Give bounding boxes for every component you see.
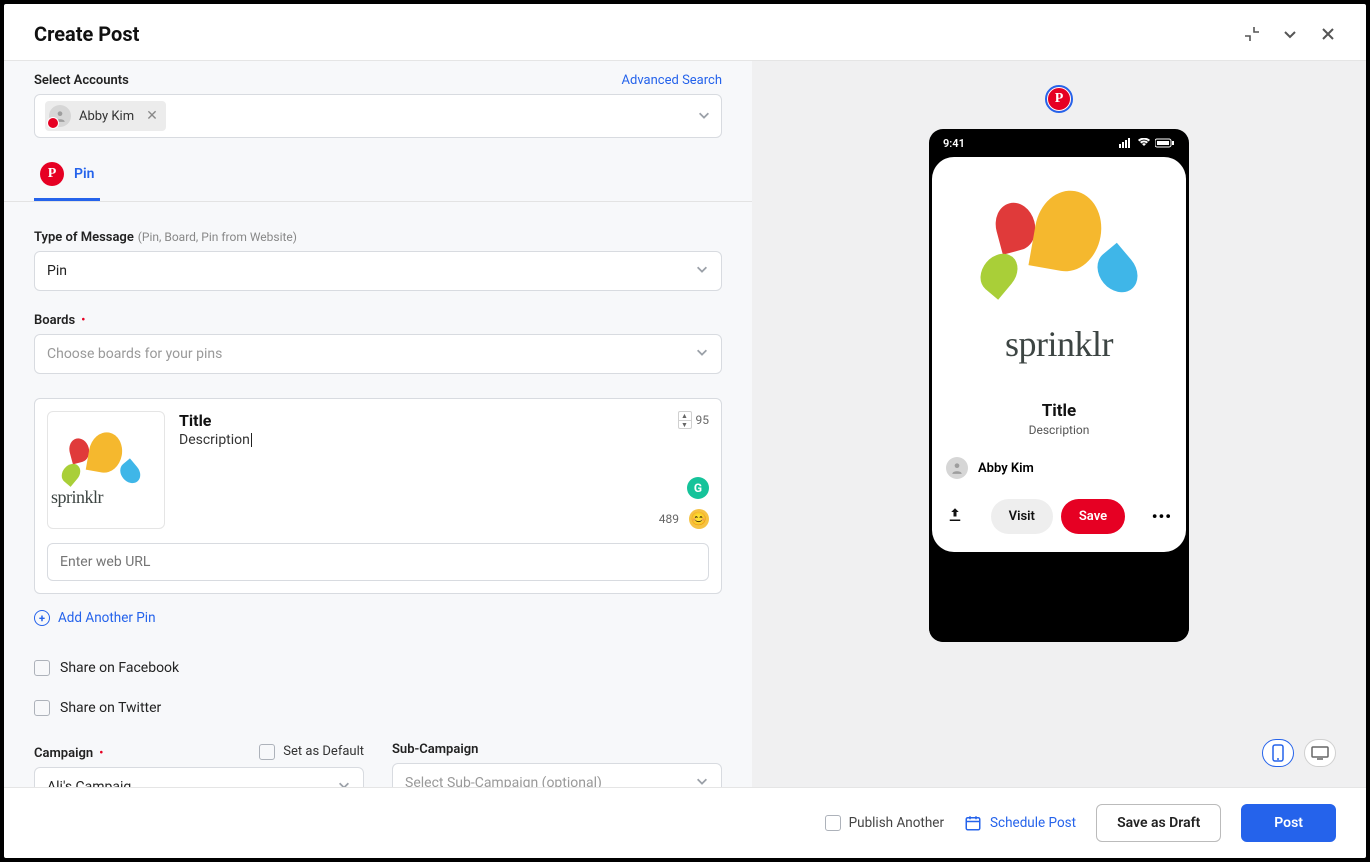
set-default-checkbox[interactable] xyxy=(259,744,275,760)
schedule-post-label: Schedule Post xyxy=(990,815,1076,831)
boards-select[interactable]: Choose boards for your pins xyxy=(34,334,722,374)
share-facebook-checkbox[interactable] xyxy=(34,660,50,676)
campaign-label: Campaign xyxy=(34,746,93,761)
advanced-search-link[interactable]: Advanced Search xyxy=(622,73,722,88)
account-chip: Abby Kim ✕ xyxy=(45,101,166,131)
close-icon[interactable] xyxy=(1320,26,1336,42)
chevron-down-icon xyxy=(695,774,709,787)
set-default-label: Set as Default xyxy=(283,744,364,759)
tab-pin[interactable]: P Pin xyxy=(34,154,100,201)
schedule-post-button[interactable]: Schedule Post xyxy=(964,814,1076,832)
type-of-message-value: Pin xyxy=(47,263,67,279)
pinterest-platform-icon[interactable]: P xyxy=(1045,85,1073,113)
add-another-pin-button[interactable]: + Add Another Pin xyxy=(4,594,752,634)
preview-title: Title xyxy=(948,401,1170,421)
more-icon: ••• xyxy=(1152,507,1172,526)
pin-card: sprinklr Title Description ▲▼ 95 G xyxy=(34,398,722,594)
chevron-down-icon xyxy=(695,262,709,280)
pin-thumbnail[interactable]: sprinklr xyxy=(47,411,165,529)
type-of-message-hint: (Pin, Board, Pin from Website) xyxy=(138,230,297,244)
post-button[interactable]: Post xyxy=(1241,804,1336,842)
status-time: 9:41 xyxy=(943,137,965,150)
preview-description: Description xyxy=(948,423,1170,437)
required-indicator: • xyxy=(81,313,85,328)
preview-brand-text: sprinklr xyxy=(999,323,1119,365)
save-draft-button[interactable]: Save as Draft xyxy=(1096,804,1221,842)
chevron-down-icon xyxy=(337,778,351,787)
preview-author: Abby Kim xyxy=(978,461,1034,476)
desktop-preview-button[interactable] xyxy=(1304,739,1336,767)
chevron-down-icon xyxy=(697,107,711,126)
sub-campaign-placeholder: Select Sub-Campaign (optional) xyxy=(405,775,602,787)
status-indicators xyxy=(1119,138,1175,148)
publish-another-label: Publish Another xyxy=(849,815,944,831)
collapse-icon[interactable] xyxy=(1244,26,1260,42)
boards-label: Boards xyxy=(34,313,75,328)
type-of-message-label: Type of Message xyxy=(34,230,134,245)
title-char-count: 95 xyxy=(696,413,710,427)
required-indicator: • xyxy=(99,746,103,761)
remove-account-icon[interactable]: ✕ xyxy=(146,108,158,124)
chevron-down-icon xyxy=(695,345,709,363)
add-pin-label: Add Another Pin xyxy=(58,610,156,626)
mobile-preview-button[interactable] xyxy=(1262,739,1294,767)
share-facebook-label: Share on Facebook xyxy=(60,660,179,676)
pinterest-icon: P xyxy=(40,162,64,186)
chevron-down-icon[interactable] xyxy=(1282,26,1298,42)
tab-label: Pin xyxy=(74,166,94,182)
boards-placeholder: Choose boards for your pins xyxy=(47,346,222,362)
publish-another-checkbox[interactable] xyxy=(825,815,841,831)
sub-campaign-select[interactable]: Select Sub-Campaign (optional) xyxy=(392,763,722,787)
avatar-icon xyxy=(49,105,71,127)
title-count-stepper[interactable]: ▲▼ xyxy=(678,411,692,429)
share-twitter-checkbox[interactable] xyxy=(34,700,50,716)
preview-visit-button: Visit xyxy=(991,499,1053,534)
account-chip-name: Abby Kim xyxy=(79,109,134,124)
web-url-input[interactable] xyxy=(47,543,709,581)
accounts-select[interactable]: Abby Kim ✕ xyxy=(34,94,722,138)
plus-circle-icon: + xyxy=(34,610,50,626)
sub-campaign-label: Sub-Campaign xyxy=(392,742,478,757)
desc-char-count: 489 xyxy=(659,512,679,526)
preview-save-button: Save xyxy=(1061,499,1125,534)
share-icon xyxy=(946,506,964,528)
avatar-icon xyxy=(946,457,968,479)
share-twitter-label: Share on Twitter xyxy=(60,700,161,716)
phone-preview: 9:41 sprinklr xyxy=(929,129,1189,642)
campaign-value: Ali's Campaig xyxy=(47,779,131,787)
pin-description-input[interactable]: Description xyxy=(179,432,709,448)
emoji-picker-icon[interactable]: 😊 xyxy=(689,509,709,529)
grammarly-icon[interactable]: G xyxy=(687,477,709,499)
accounts-label: Select Accounts xyxy=(34,73,129,88)
pin-title-input[interactable]: Title xyxy=(179,411,709,430)
page-title: Create Post xyxy=(34,22,139,46)
campaign-select[interactable]: Ali's Campaig xyxy=(34,767,364,787)
type-of-message-select[interactable]: Pin xyxy=(34,251,722,291)
brand-text: sprinklr xyxy=(51,487,161,508)
